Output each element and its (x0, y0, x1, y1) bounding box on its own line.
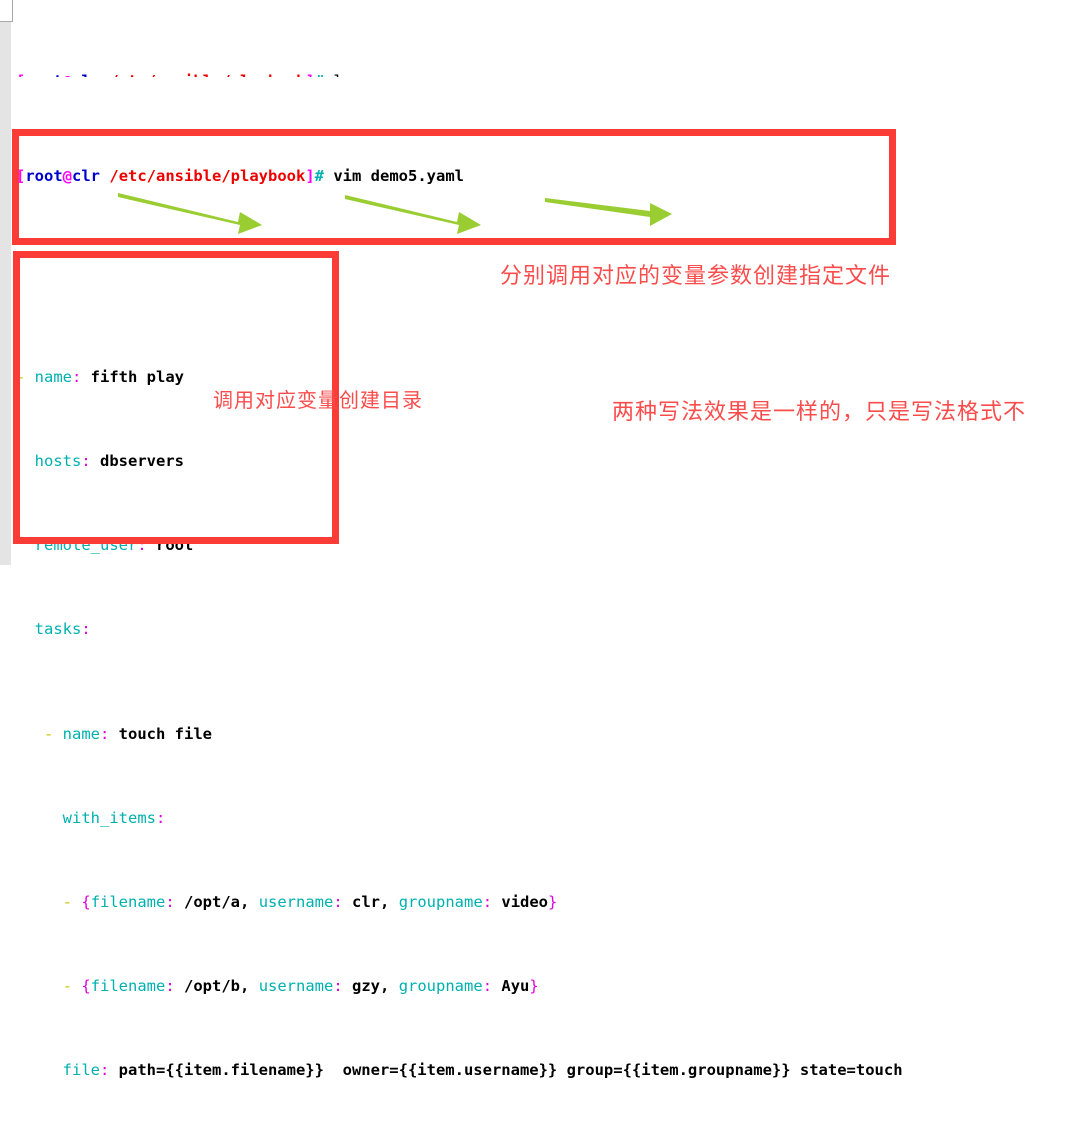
prompt-user: root (25, 167, 63, 185)
yaml-colon: : (100, 725, 119, 743)
yaml-key: name (34, 368, 72, 386)
annotation-note-files: 分别调用对应的变量参数创建指定文件 (500, 264, 892, 289)
yaml-colon: : (333, 977, 353, 995)
yaml-key: remote_user (34, 536, 138, 554)
yaml-key: hosts (34, 452, 82, 470)
yaml-colon: : (72, 368, 91, 386)
yaml-colon: : (156, 809, 166, 827)
list-dash: - (62, 977, 82, 995)
task-touch-file-line: file: path={{item.filename}} owner={{ite… (16, 1060, 1071, 1081)
yaml-colon: : (137, 536, 156, 554)
yaml-colon: : (482, 893, 502, 911)
yaml-value: dbservers (100, 452, 185, 470)
terminal-prompt-line: [root@clr /etc/ansible/playbook]# vim de… (16, 166, 1071, 187)
yaml-value: gzy (352, 977, 381, 995)
yaml-line-name: - name: fifth play (16, 367, 1071, 388)
yaml-value: fifth play (90, 368, 184, 386)
terminal-line-partial: [root@clr /etc/ansible/playbook]# ls (16, 71, 1071, 77)
yaml-colon: : (165, 977, 185, 995)
list-dash: - (44, 725, 63, 743)
yaml-key: tasks (34, 620, 82, 638)
yaml-key: groupname (398, 977, 483, 995)
yaml-value: clr (352, 893, 381, 911)
yaml-key: groupname (398, 893, 483, 911)
prompt-hash: # (314, 167, 325, 185)
yaml-colon: : (81, 620, 91, 638)
list-dash: - (16, 368, 35, 386)
prompt-bracket-close: ] (305, 167, 315, 185)
prompt-command: vim demo5.yaml (324, 167, 464, 185)
task-touch-name-line: - name: touch file (16, 724, 1071, 745)
annotation-note-equivalent: 两种写法效果是一样的，只是写法格式不 (612, 400, 1027, 425)
yaml-key: filename (90, 893, 166, 911)
yaml-line-remote-user: remote_user: root (16, 535, 1071, 556)
brace-open: { (81, 977, 91, 995)
brace-close: } (529, 977, 539, 995)
yaml-value: Ayu (501, 977, 530, 995)
list-dash: - (62, 893, 82, 911)
separator: , (380, 893, 399, 911)
task-touch-item-1: - {filename: /opt/a, username: clr, grou… (16, 892, 1071, 913)
yaml-colon: : (482, 977, 502, 995)
yaml-colon: : (81, 452, 101, 470)
task-touch-with-items-line: with_items: (16, 808, 1071, 829)
yaml-line-hosts: hosts: dbservers (16, 451, 1071, 472)
prompt-bracket-open: [ (16, 167, 26, 185)
yaml-value: root (156, 536, 194, 554)
gutter-corner-box (0, 0, 13, 22)
yaml-colon: : (333, 893, 353, 911)
yaml-key: username (258, 893, 334, 911)
yaml-value: /opt/b (184, 977, 241, 995)
yaml-value: /opt/a (184, 893, 241, 911)
brace-open: { (81, 893, 91, 911)
brace-close: } (548, 893, 558, 911)
prompt-at: @ (62, 167, 73, 185)
task-touch-item-2: - {filename: /opt/b, username: gzy, grou… (16, 976, 1071, 997)
prompt-path: /etc/ansible/playbook (109, 167, 306, 185)
yaml-value: touch file (118, 725, 212, 743)
yaml-value: path={{item.filename}} owner={{item.user… (118, 1061, 903, 1079)
separator: , (380, 977, 399, 995)
yaml-key: name (62, 725, 100, 743)
separator: , (240, 893, 259, 911)
yaml-line-tasks: tasks: (16, 619, 1071, 640)
yaml-key: with_items (62, 809, 156, 827)
yaml-colon: : (100, 1061, 119, 1079)
yaml-key: username (258, 977, 334, 995)
yaml-key: filename (90, 977, 166, 995)
annotation-note-dirs: 调用对应变量创建目录 (213, 388, 423, 412)
yaml-colon: : (165, 893, 185, 911)
separator: , (240, 977, 259, 995)
yaml-key: file (62, 1061, 100, 1079)
left-gutter-strip (0, 0, 11, 565)
prompt-host: clr (72, 167, 101, 185)
yaml-value: video (501, 893, 549, 911)
